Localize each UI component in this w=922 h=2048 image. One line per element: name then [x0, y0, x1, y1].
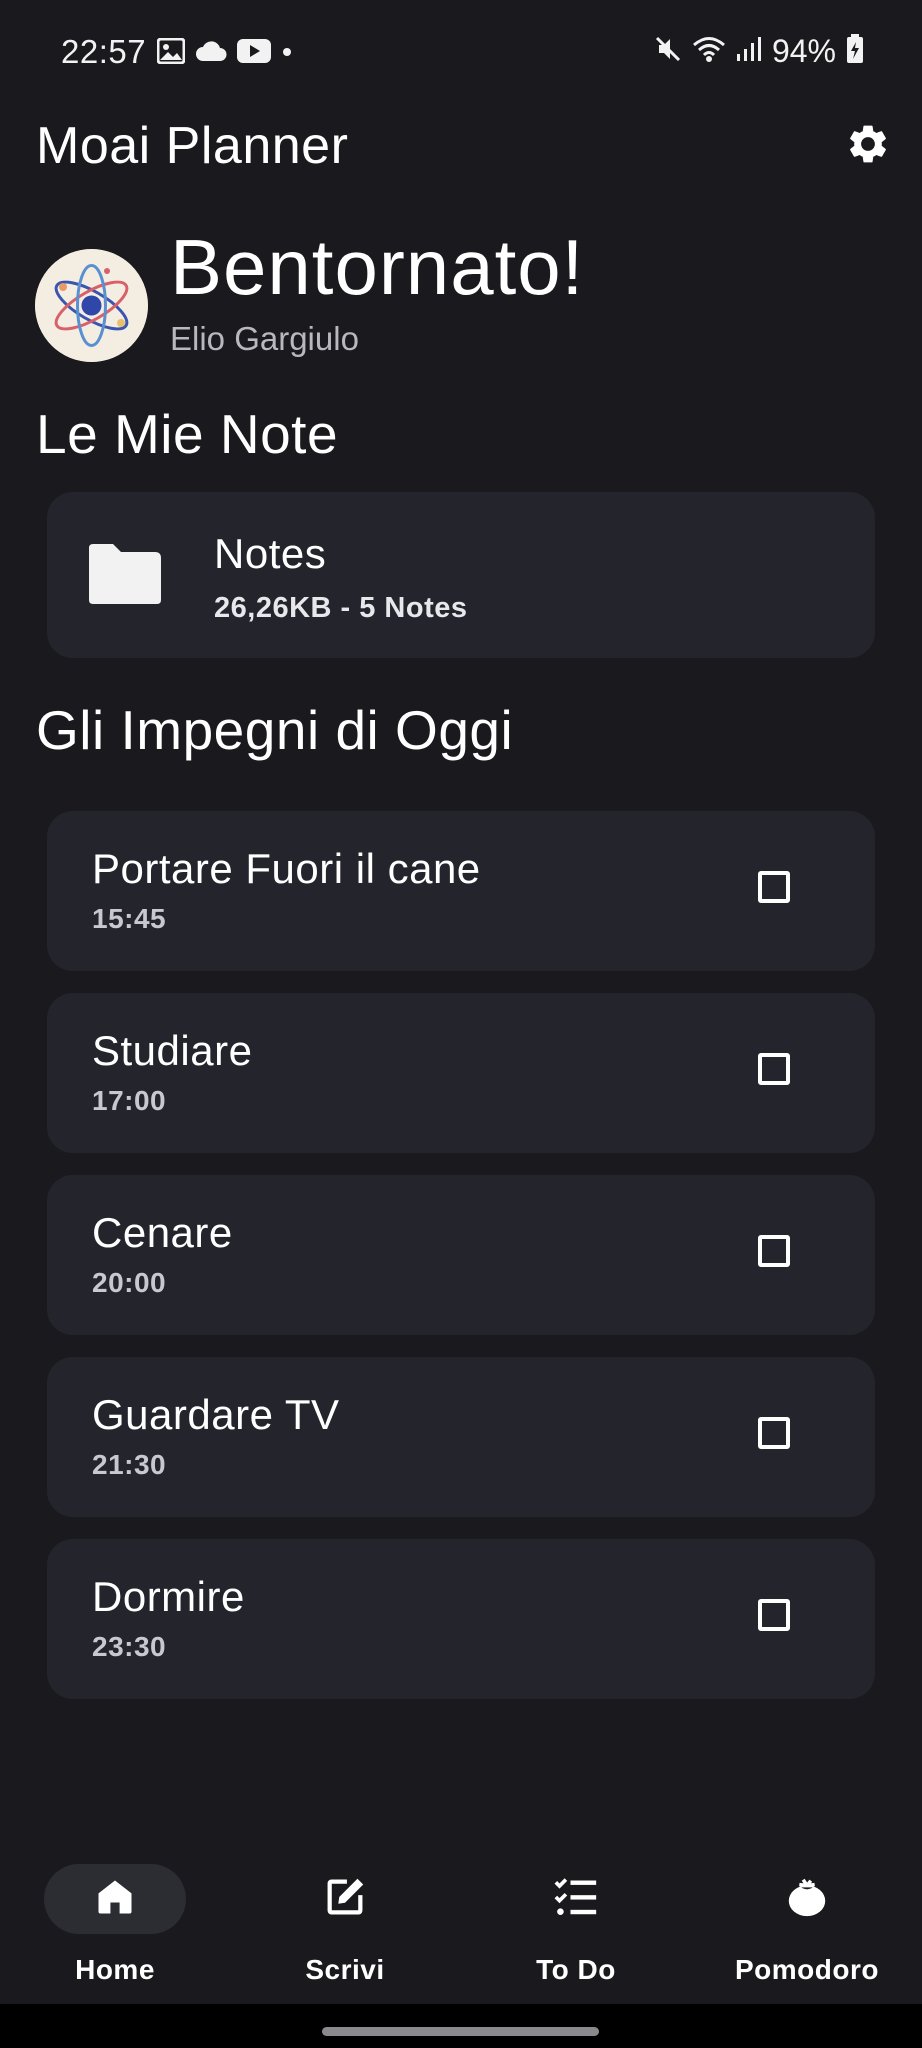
- task-checkbox[interactable]: [758, 1599, 790, 1631]
- task-time: 23:30: [92, 1631, 167, 1662]
- signal-icon: [736, 36, 762, 67]
- nav-item-todo[interactable]: To Do: [461, 1836, 691, 2004]
- task-item[interactable]: Studiare 17:00: [47, 993, 875, 1153]
- nav-item-home[interactable]: Home: [0, 1836, 230, 2004]
- task-item[interactable]: Cenare 20:00: [47, 1175, 875, 1335]
- task-title: Studiare: [92, 1027, 253, 1074]
- gallery-icon: [156, 37, 186, 69]
- welcome-title: Bentornato!: [170, 223, 585, 311]
- atom-avatar: [35, 249, 148, 362]
- nav-item-scrivi[interactable]: Scrivi: [230, 1836, 460, 2004]
- notes-folder-card[interactable]: Notes 26,26KB - 5 Notes: [47, 492, 875, 658]
- task-time: 17:00: [92, 1085, 167, 1116]
- avatar[interactable]: [35, 249, 148, 362]
- task-time: 15:45: [92, 903, 167, 934]
- folder-icon: [85, 542, 163, 611]
- user-name: Elio Gargiulo: [170, 320, 359, 357]
- edit-icon: [322, 1874, 368, 1925]
- task-checkbox[interactable]: [758, 1053, 790, 1085]
- task-item[interactable]: Guardare TV 21:30: [47, 1357, 875, 1517]
- status-notification-icons: [156, 37, 293, 69]
- status-time: 22:57: [61, 33, 147, 70]
- home-icon: [93, 1875, 137, 1924]
- task-time: 20:00: [92, 1267, 167, 1298]
- task-item[interactable]: Dormire 23:30: [47, 1539, 875, 1699]
- task-title: Portare Fuori il cane: [92, 845, 481, 892]
- status-bar: 22:57 94%: [0, 0, 922, 104]
- tasks-section-title: Gli Impegni di Oggi: [36, 699, 514, 761]
- gear-icon: [845, 121, 891, 172]
- task-title: Dormire: [92, 1573, 245, 1620]
- wifi-icon: [692, 35, 726, 68]
- mute-icon: [654, 35, 682, 68]
- task-item[interactable]: Portare Fuori il cane 15:45: [47, 811, 875, 971]
- nav-item-pomodoro[interactable]: Pomodoro: [692, 1836, 922, 2004]
- task-title: Guardare TV: [92, 1391, 340, 1438]
- task-list: Portare Fuori il cane 15:45 Studiare 17:…: [47, 811, 875, 1721]
- cloud-icon: [195, 40, 227, 67]
- status-system-icons: 94%: [654, 33, 864, 70]
- task-checkbox[interactable]: [758, 1235, 790, 1267]
- task-time: 21:30: [92, 1449, 167, 1480]
- task-title: Cenare: [92, 1209, 233, 1256]
- nav-label: Scrivi: [305, 1954, 385, 1985]
- gesture-handle[interactable]: [322, 2027, 599, 2036]
- dot-icon: [281, 45, 293, 63]
- tomato-icon: [784, 1874, 830, 1925]
- checklist-icon: [552, 1875, 600, 1924]
- bottom-navigation: Home Scrivi To Do Pomodoro: [0, 1836, 922, 2004]
- folder-meta: 26,26KB - 5 Notes: [214, 592, 468, 624]
- task-checkbox[interactable]: [758, 1417, 790, 1449]
- battery-percentage: 94%: [771, 33, 836, 69]
- nav-label: To Do: [536, 1954, 616, 1985]
- task-checkbox[interactable]: [758, 871, 790, 903]
- nav-label: Pomodoro: [735, 1954, 879, 1985]
- youtube-icon: [237, 39, 271, 68]
- settings-button[interactable]: [840, 118, 896, 174]
- system-navigation-bar: [0, 2004, 922, 2048]
- battery-icon: [846, 34, 864, 69]
- nav-label: Home: [75, 1954, 155, 1985]
- nav-active-indicator: [44, 1864, 186, 1934]
- app-title: Moai Planner: [36, 117, 349, 175]
- notes-section-title: Le Mie Note: [36, 403, 339, 465]
- folder-name: Notes: [214, 530, 327, 577]
